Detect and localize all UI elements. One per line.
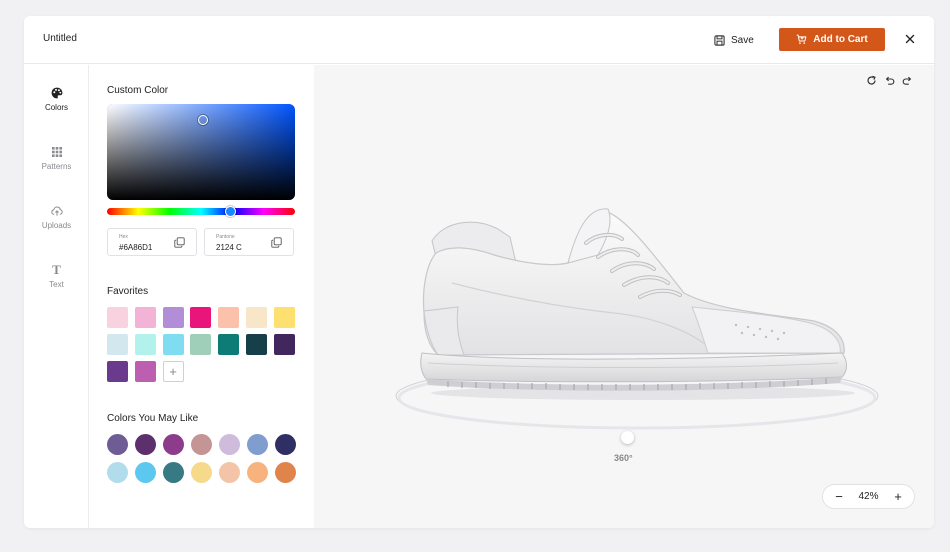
suggested-color-swatch[interactable] bbox=[219, 462, 240, 483]
save-button[interactable]: Save bbox=[714, 31, 754, 49]
suggested-color-swatch[interactable] bbox=[247, 434, 268, 455]
favorite-swatch[interactable] bbox=[162, 334, 184, 355]
hex-label: Hex bbox=[119, 234, 128, 240]
suggested-colors-title: Colors You May Like bbox=[107, 413, 199, 424]
favorite-swatch[interactable] bbox=[107, 361, 128, 382]
pantone-label: Pantone bbox=[216, 234, 235, 240]
favorite-swatch[interactable] bbox=[246, 334, 267, 355]
favorite-swatch[interactable] bbox=[273, 307, 295, 328]
customizer-window: Untitled Save Add to Cart Colors Pattern… bbox=[24, 16, 934, 528]
rotation-label: 360° bbox=[614, 453, 633, 463]
suggested-color-swatch[interactable] bbox=[163, 462, 184, 483]
suggested-color-swatch[interactable] bbox=[275, 462, 296, 483]
rail-item-patterns[interactable]: Patterns bbox=[24, 146, 89, 171]
favorite-swatch[interactable] bbox=[107, 307, 128, 328]
favorite-swatch[interactable] bbox=[218, 334, 240, 355]
favorite-swatch[interactable] bbox=[107, 334, 128, 355]
favorite-swatch[interactable] bbox=[218, 307, 240, 328]
suggested-color-swatch[interactable] bbox=[247, 462, 268, 483]
add-to-cart-button[interactable]: Add to Cart bbox=[779, 28, 885, 51]
color-panel: Custom Color Hex #6A86D1 Pantone 2124 C bbox=[89, 65, 314, 528]
cart-icon bbox=[796, 34, 807, 44]
zoom-level: 42% bbox=[858, 491, 879, 502]
favorite-swatch[interactable] bbox=[162, 307, 184, 328]
hex-field[interactable]: Hex #6A86D1 bbox=[107, 228, 197, 256]
design-title[interactable]: Untitled bbox=[43, 33, 77, 44]
product-stage: 360° − 42% + bbox=[314, 65, 934, 528]
palette-icon bbox=[51, 87, 62, 99]
save-label: Save bbox=[731, 34, 754, 46]
rail-label-uploads: Uploads bbox=[41, 221, 72, 230]
favorite-swatch[interactable] bbox=[134, 334, 156, 355]
tool-rail: Colors Patterns Uploads T Text bbox=[24, 65, 89, 528]
suggested-color-swatch[interactable] bbox=[191, 462, 212, 483]
suggested-color-swatch[interactable] bbox=[219, 434, 240, 455]
add-favorite-button[interactable]: + bbox=[162, 361, 184, 382]
favorite-swatch[interactable] bbox=[246, 307, 267, 328]
suggested-color-swatch[interactable] bbox=[135, 462, 156, 483]
copy-icon[interactable] bbox=[174, 237, 185, 248]
favorite-swatch[interactable] bbox=[190, 334, 212, 355]
text-icon: T bbox=[52, 262, 61, 277]
reset-icon[interactable] bbox=[866, 75, 877, 86]
rail-item-text[interactable]: T Text bbox=[24, 262, 89, 289]
save-icon bbox=[714, 34, 725, 46]
hue-slider[interactable] bbox=[107, 206, 295, 217]
close-icon[interactable] bbox=[903, 32, 917, 46]
suggested-color-swatch[interactable] bbox=[135, 434, 156, 455]
suggested-color-swatch[interactable] bbox=[191, 434, 212, 455]
redo-icon[interactable] bbox=[902, 75, 913, 86]
undo-icon[interactable] bbox=[884, 75, 895, 86]
rail-label-patterns: Patterns bbox=[41, 162, 72, 171]
rail-item-uploads[interactable]: Uploads bbox=[24, 205, 89, 230]
favorite-swatch[interactable] bbox=[273, 334, 295, 355]
suggested-color-swatch[interactable] bbox=[107, 462, 128, 483]
hex-value[interactable]: #6A86D1 bbox=[119, 243, 152, 252]
saturation-picker[interactable] bbox=[107, 104, 295, 200]
zoom-in-button[interactable]: + bbox=[892, 489, 904, 504]
header-bar: Untitled Save Add to Cart bbox=[24, 16, 934, 64]
picker-thumb[interactable] bbox=[198, 115, 208, 125]
add-to-cart-label: Add to Cart bbox=[813, 34, 868, 45]
hue-slider-knob[interactable] bbox=[225, 206, 236, 217]
custom-color-title: Custom Color bbox=[107, 85, 169, 96]
rotation-handle[interactable] bbox=[621, 431, 634, 444]
suggested-color-swatch[interactable] bbox=[107, 434, 128, 455]
favorite-swatch[interactable] bbox=[190, 307, 212, 328]
copy-icon[interactable] bbox=[271, 237, 282, 248]
sneaker-image bbox=[420, 208, 855, 400]
favorites-title: Favorites bbox=[107, 286, 149, 297]
pantone-field[interactable]: Pantone 2124 C bbox=[204, 228, 294, 256]
zoom-control: − 42% + bbox=[822, 484, 915, 509]
favorite-swatch[interactable] bbox=[134, 361, 156, 382]
rail-label-colors: Colors bbox=[44, 103, 69, 112]
grid-icon bbox=[51, 147, 62, 157]
upload-icon bbox=[50, 206, 63, 216]
rail-item-colors[interactable]: Colors bbox=[24, 87, 89, 112]
suggested-color-swatch[interactable] bbox=[275, 434, 296, 455]
favorite-swatch[interactable] bbox=[134, 307, 156, 328]
suggested-color-swatch[interactable] bbox=[163, 434, 184, 455]
pantone-value[interactable]: 2124 C bbox=[216, 243, 242, 252]
zoom-out-button[interactable]: − bbox=[833, 489, 845, 504]
rail-label-text: Text bbox=[49, 280, 64, 289]
